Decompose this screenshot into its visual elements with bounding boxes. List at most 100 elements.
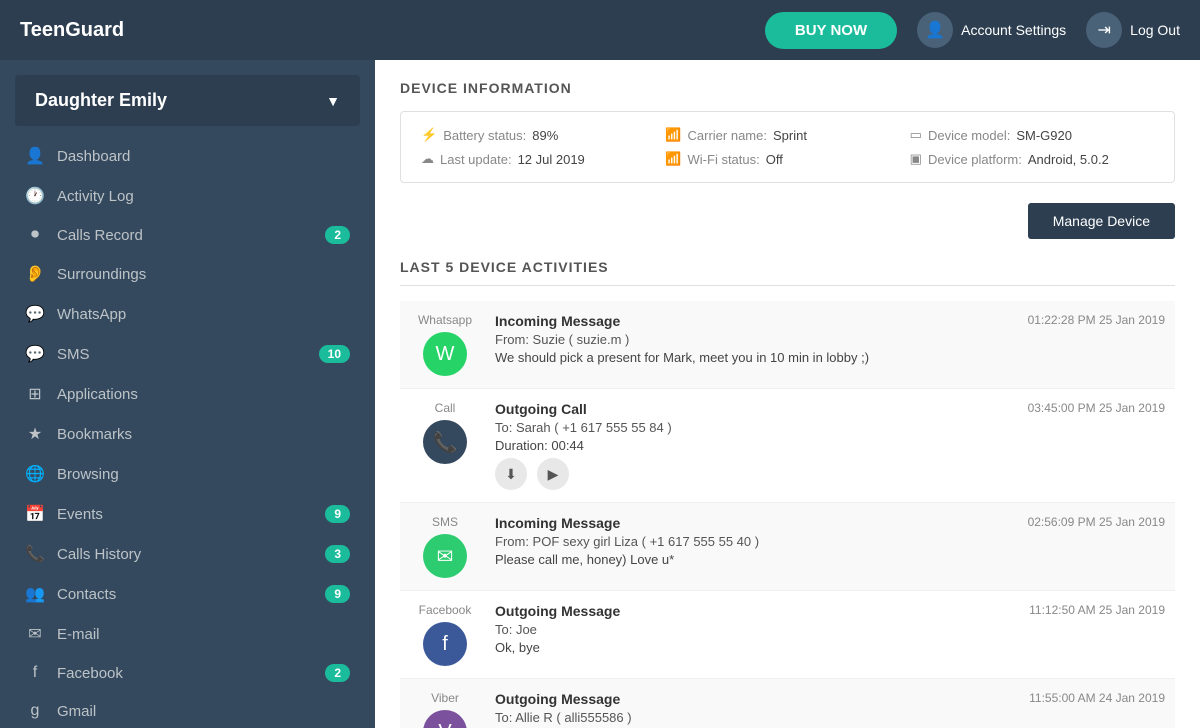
sidebar-badge: 2 [325, 664, 350, 682]
sidebar-item-label: SMS [57, 346, 307, 363]
main-content: DEVICE INFORMATION ⚡ Battery status: 89%… [375, 60, 1200, 728]
activity-log-icon: 🕐 [25, 186, 45, 206]
account-icon: 👤 [917, 12, 953, 48]
sidebar-item-label: Bookmarks [57, 426, 350, 443]
logout-label: Log Out [1130, 22, 1180, 38]
sidebar-item-browsing[interactable]: 🌐 Browsing [0, 454, 375, 494]
sidebar-item-gmail[interactable]: g Gmail [0, 692, 375, 728]
sidebar-badge: 2 [325, 226, 350, 244]
activity-actions: ⬇▶ [495, 458, 1165, 490]
logout-icon: ⇥ [1086, 12, 1122, 48]
activity-message: Duration: 00:44 [495, 438, 1165, 453]
buy-now-button[interactable]: BUY NOW [765, 12, 897, 49]
activity-item: SMS✉ Incoming Message02:56:09 PM 25 Jan 2… [400, 503, 1175, 591]
activity-source-label: Viber [431, 691, 459, 705]
sidebar-item-activity-log[interactable]: 🕐 Activity Log [0, 176, 375, 216]
sidebar-nav: 👤Dashboard🕐Activity Log⏺Calls Record2👂Su… [0, 131, 375, 728]
activity-type: Incoming Message [495, 313, 620, 329]
activity-body: Outgoing Message11:55:00 AM 24 Jan 2019 T… [495, 691, 1165, 728]
sidebar-item-calls-record[interactable]: ⏺Calls Record2 [0, 216, 375, 254]
sidebar-item-label: WhatsApp [57, 306, 350, 323]
profile-dropdown[interactable]: Daughter Emily ▼ [15, 75, 360, 126]
manage-device-button[interactable]: Manage Device [1028, 203, 1175, 239]
sidebar-item-label: Surroundings [57, 266, 350, 283]
sidebar-item-calls-history[interactable]: 📞Calls History3 [0, 534, 375, 574]
sidebar-item-label: Events [57, 506, 313, 523]
activity-time: 11:12:50 AM 25 Jan 2019 [1029, 603, 1165, 617]
logout-link[interactable]: ⇥ Log Out [1086, 12, 1180, 48]
sidebar-item-label: Dashboard [57, 148, 350, 165]
update-info: ☁ Last update: 12 Jul 2019 [421, 151, 665, 167]
activity-source-label: Call [435, 401, 456, 415]
activity-time: 03:45:00 PM 25 Jan 2019 [1028, 401, 1165, 415]
download-icon[interactable]: ⬇ [495, 458, 527, 490]
sidebar-item-events[interactable]: 📅 Events 9 [0, 494, 375, 534]
activity-item: Whatsapp W Incoming Message 01:22:28 PM 25 … [400, 301, 1175, 389]
activity-source-label: Whatsapp [418, 313, 472, 327]
sidebar-item-label: Contacts [57, 586, 313, 603]
activity-from: To: Joe [495, 622, 1165, 637]
sidebar-item-label: Calls History [57, 546, 313, 563]
bookmarks-icon: ★ [25, 424, 45, 444]
carrier-info: 📶 Carrier name: Sprint [665, 127, 909, 143]
sidebar-item-surroundings[interactable]: 👂Surroundings [0, 254, 375, 294]
sidebar-item-applications[interactable]: ⊞ Applications [0, 374, 375, 414]
sidebar-item-contacts[interactable]: 👥Contacts9 [0, 574, 375, 614]
events-icon: 📅 [25, 504, 45, 524]
sidebar-item-label: Activity Log [57, 188, 350, 205]
sidebar-item-label: Calls Record [57, 227, 313, 244]
sidebar-item-label: Gmail [57, 703, 350, 720]
activity-icon-wrap: ViberV [410, 691, 480, 728]
sidebar-badge: 9 [325, 585, 350, 603]
activity-source-icon: W [423, 332, 467, 376]
activity-time: 02:56:09 PM 25 Jan 2019 [1028, 515, 1165, 529]
carrier-icon: 📶 [665, 127, 681, 143]
sidebar-badge: 10 [319, 345, 350, 363]
header: TeenGuard BUY NOW 👤 Account Settings ⇥ L… [0, 0, 1200, 60]
activity-time: 01:22:28 PM 25 Jan 2019 [1028, 313, 1165, 327]
sidebar-badge: 3 [325, 545, 350, 563]
activity-body: Outgoing Message 11:12:50 AM 25 Jan 2019 T… [495, 603, 1165, 655]
activity-top-row: Incoming Message02:56:09 PM 25 Jan 2019 [495, 515, 1165, 531]
sidebar-item-label: Applications [57, 386, 350, 403]
sidebar-item-facebook[interactable]: fFacebook2 [0, 654, 375, 692]
sidebar-item-sms[interactable]: 💬SMS10 [0, 334, 375, 374]
activity-from: To: Sarah ( +1 617 555 55 84 ) [495, 420, 1165, 435]
wifi-icon: 📶 [665, 151, 681, 167]
browsing-icon: 🌐 [25, 464, 45, 484]
activity-top-row: Incoming Message 01:22:28 PM 25 Jan 2019 [495, 313, 1165, 329]
activity-icon-wrap: Whatsapp W [410, 313, 480, 376]
activity-from: To: Allie R ( alli555586 ) [495, 710, 1165, 725]
activity-source-label: Facebook [419, 603, 472, 617]
activity-icon-wrap: Facebook f [410, 603, 480, 666]
activity-type: Outgoing Message [495, 603, 620, 619]
update-icon: ☁ [421, 151, 434, 167]
account-label: Account Settings [961, 22, 1066, 38]
dropdown-arrow-icon: ▼ [326, 93, 340, 109]
activity-source-icon: ✉ [423, 534, 467, 578]
model-info: ▭ Device model: SM-G920 [910, 127, 1154, 143]
applications-icon: ⊞ [25, 384, 45, 404]
sidebar-item-whatsapp[interactable]: 💬WhatsApp [0, 294, 375, 334]
activity-body: Incoming Message01:22:28 PM 25 Jan 2019F… [495, 313, 1165, 365]
activity-source-icon: f [423, 622, 467, 666]
activity-type: Outgoing Call [495, 401, 587, 417]
activity-top-row: Outgoing Message11:55:00 AM 24 Jan 2019 [495, 691, 1165, 707]
account-settings-link[interactable]: 👤 Account Settings [917, 12, 1066, 48]
sidebar-item-dashboard[interactable]: 👤Dashboard [0, 136, 375, 176]
logo: TeenGuard [20, 19, 765, 42]
sidebar-item-label: E-mail [57, 626, 350, 643]
gmail-icon: g [25, 702, 45, 720]
sidebar-item-label: Browsing [57, 466, 350, 483]
logo-normal: Teen [20, 19, 65, 41]
battery-info: ⚡ Battery status: 89% [421, 127, 665, 143]
sidebar-item-bookmarks[interactable]: ★ Bookmarks [0, 414, 375, 454]
activity-source-icon: 📞 [423, 420, 467, 464]
device-info-title: DEVICE INFORMATION [400, 80, 1175, 96]
sidebar-item-email[interactable]: ✉E-mail [0, 614, 375, 654]
activity-body: Outgoing Call 03:45:00 PM 25 Jan 2019 To: … [495, 401, 1165, 490]
play-icon[interactable]: ▶ [537, 458, 569, 490]
sidebar-badge: 9 [325, 505, 350, 523]
device-info-grid: ⚡ Battery status: 89% 📶 Carrier name: Sp… [400, 111, 1175, 183]
activity-icon-wrap: SMS✉ [410, 515, 480, 578]
